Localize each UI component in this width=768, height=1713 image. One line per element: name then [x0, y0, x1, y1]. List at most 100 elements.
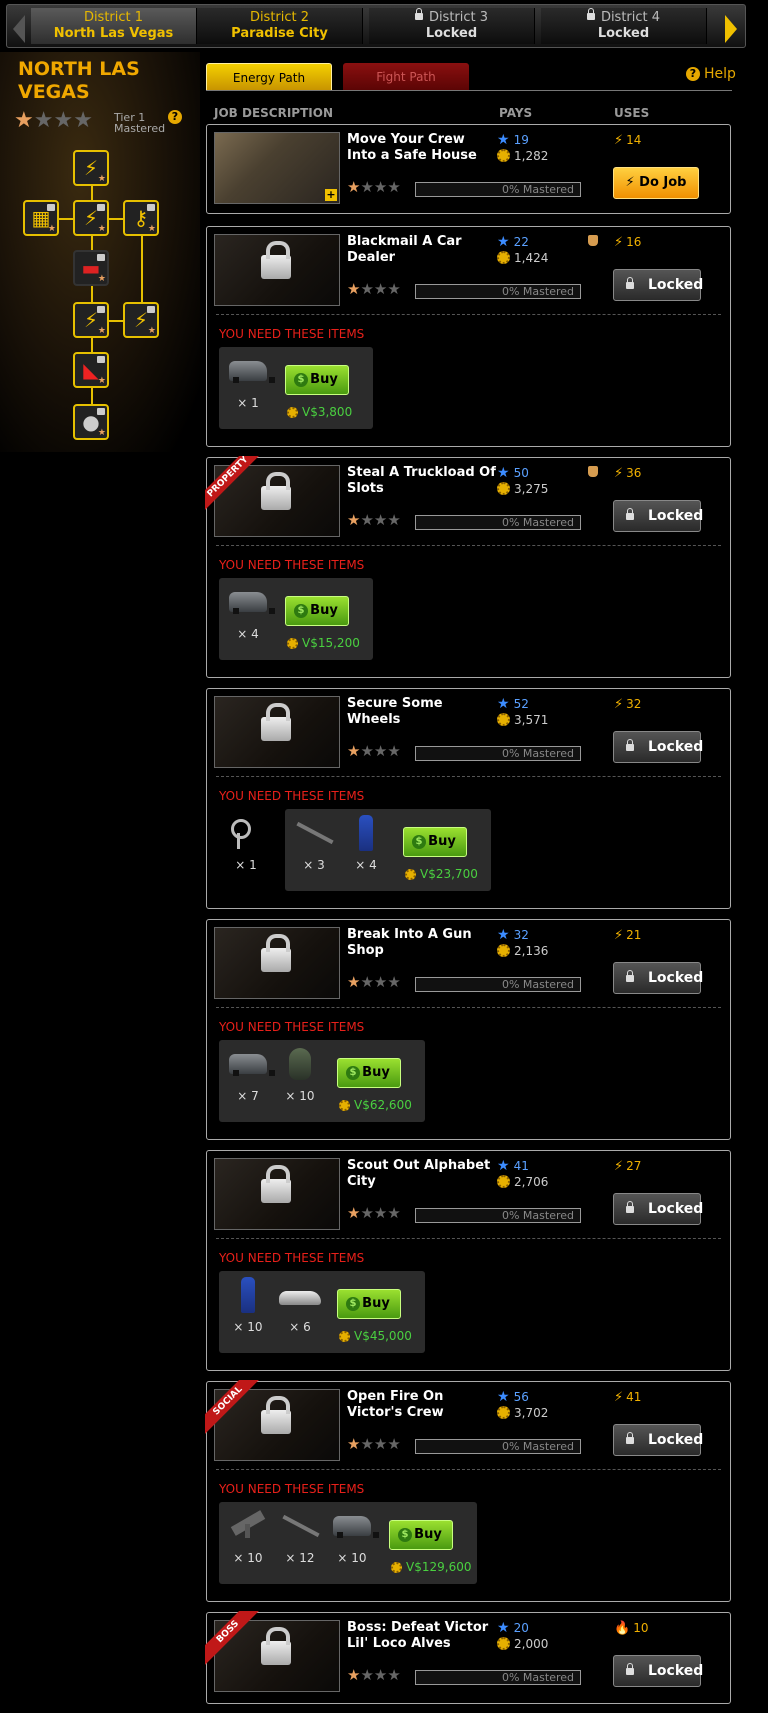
energy-bolt-icon: ⚡ — [614, 928, 624, 943]
tree-node-energy-icon[interactable]: ⚡ ★ — [73, 302, 109, 338]
tree-node-key-icon[interactable]: ⚷ ★ — [123, 200, 159, 236]
locked-button[interactable]: Locked — [613, 962, 703, 994]
job-pays: ★ 50 3,275 — [497, 465, 548, 497]
item-qty: × 1 — [235, 858, 257, 872]
star-icon: ★ — [387, 1435, 401, 1453]
star-icon: ★ — [373, 511, 388, 529]
star-icon: ★ — [360, 1204, 374, 1222]
xp-star-icon: ★ — [497, 1158, 510, 1174]
energy-bolt-icon: ⚡ — [614, 235, 624, 250]
coin-icon — [497, 482, 510, 495]
tree-node-social-icon[interactable]: ◣ ★ — [73, 352, 109, 388]
help-link[interactable]: ? Help — [686, 66, 736, 82]
car-icon — [277, 1277, 323, 1313]
mastery-bar: 0% Mastered — [415, 746, 581, 761]
buy-button[interactable]: $ Buy — [285, 596, 349, 626]
job-stars: ★★★★ — [347, 513, 401, 528]
prev-district-arrow-icon[interactable] — [13, 15, 25, 43]
tree-node-boss-icon[interactable]: ● ★ — [73, 404, 109, 440]
vd-value: 3,571 — [514, 713, 549, 727]
tab-district-4[interactable]: District 4 Locked — [541, 8, 707, 44]
uses-value: 36 — [626, 466, 642, 480]
xp-star-icon: ★ — [497, 1389, 510, 1405]
column-header-job: JOB DESCRIPTION — [214, 106, 333, 120]
section-divider — [216, 545, 721, 546]
next-district-arrow-icon[interactable] — [725, 15, 737, 43]
locked-button[interactable]: Locked — [613, 500, 703, 532]
district-name: Locked — [425, 26, 478, 41]
required-items-box: × 1 $ Buy V$3,800 — [219, 347, 373, 429]
buy-button[interactable]: $ Buy — [285, 365, 349, 395]
required-item: × 12 — [277, 1508, 323, 1570]
item-qty: × 4 — [237, 627, 259, 641]
energy-bolt-icon: ⚡ — [614, 133, 624, 148]
tree-node-energy-icon[interactable]: ⚡ ★ — [123, 302, 159, 338]
star-icon: ★ — [347, 280, 361, 298]
job-pays: ★ 56 3,702 — [497, 1389, 548, 1421]
tree-node-gun-icon[interactable]: ▬ ★ — [73, 250, 109, 286]
tab-district-2[interactable]: District 2 Paradise City — [197, 8, 363, 44]
star-icon: ★ — [373, 742, 388, 760]
locked-button[interactable]: Locked — [613, 1193, 703, 1225]
uses-value: 14 — [626, 133, 642, 147]
buy-button[interactable]: $ Buy — [337, 1289, 401, 1319]
district-number: District 3 — [428, 10, 489, 25]
gun-icon — [291, 815, 337, 851]
locked-button[interactable]: Locked — [613, 1655, 703, 1687]
coin-icon — [497, 944, 510, 957]
job-stars: ★★★★ — [347, 1668, 401, 1683]
dollar-icon: $ — [346, 1297, 360, 1311]
xp-value: 32 — [513, 928, 529, 942]
required-item: × 4 — [343, 815, 389, 877]
star-icon: ★ — [347, 178, 361, 196]
job-card: Scout Out Alphabet City ★★★★ 0% Mastered ★ 4… — [206, 1150, 731, 1371]
buy-button[interactable]: $ Buy — [337, 1058, 401, 1088]
job-card: BOSS Boss: Defeat Victor Lil' Loco Alves ★… — [205, 1611, 731, 1704]
coin-icon — [497, 1175, 510, 1188]
tab-energy-path[interactable]: Energy Path — [206, 63, 332, 91]
mastery-bar: 0% Mastered — [415, 1439, 581, 1454]
buy-button[interactable]: $ Buy — [389, 1520, 453, 1550]
district-number: District 2 — [249, 10, 310, 25]
item-qty: × 10 — [233, 1551, 263, 1565]
locked-button[interactable]: Locked — [613, 731, 703, 763]
tree-node-building-icon[interactable]: ▦ ★ — [23, 200, 59, 236]
tree-node-energy-icon[interactable]: ⚡ ★ — [73, 200, 109, 236]
job-pays: ★ 22 1,424 — [497, 234, 548, 266]
uses-value: 21 — [626, 928, 642, 942]
locked-button[interactable]: Locked — [613, 1424, 703, 1456]
van-icon — [329, 1508, 379, 1544]
locked-button[interactable]: Locked — [613, 269, 703, 301]
owned-item: × 1 — [223, 815, 269, 877]
tab-fight-path[interactable]: Fight Path — [343, 63, 469, 91]
tree-node-energy-icon[interactable]: ⚡ ★ — [73, 150, 109, 186]
do-job-button[interactable]: ⚡ Do Job — [613, 167, 699, 199]
mastery-bar: 0% Mastered — [415, 1208, 581, 1223]
tier-help-icon[interactable]: ? — [168, 110, 182, 124]
ribbon-label: SOCIAL — [205, 1380, 265, 1438]
coin-icon — [497, 713, 510, 726]
vd-value: 3,702 — [514, 1406, 549, 1420]
star-icon: ★ — [360, 1435, 374, 1453]
tier-status: Mastered — [114, 122, 166, 135]
required-item: × 3 — [291, 815, 337, 877]
job-uses: ⚡ 16 — [614, 234, 641, 251]
lock-icon — [626, 739, 634, 751]
padlock-icon — [261, 703, 291, 741]
job-name: Break Into A Gun Shop — [347, 927, 472, 958]
uses-value: 41 — [626, 1390, 642, 1404]
buy-button[interactable]: $ Buy — [403, 827, 467, 857]
lock-icon — [626, 508, 634, 520]
expand-plus-icon[interactable]: + — [325, 189, 337, 201]
lock-icon — [586, 8, 595, 20]
tab-district-1[interactable]: District 1 North Las Vegas — [31, 8, 197, 44]
district-title: NORTH LAS VEGAS — [18, 58, 140, 103]
xp-star-icon: ★ — [497, 132, 510, 148]
tab-district-3[interactable]: District 3 Locked — [369, 8, 535, 44]
required-item: × 10 — [225, 1277, 271, 1339]
district-name: Paradise City — [231, 26, 328, 41]
job-stars: ★★★★ — [347, 1206, 401, 1221]
star-icon: ★ — [360, 178, 374, 196]
tab-divider — [206, 90, 732, 91]
job-card: Blackmail A Car Dealer ★★★★ 0% Mastered ★ 22… — [206, 226, 731, 447]
